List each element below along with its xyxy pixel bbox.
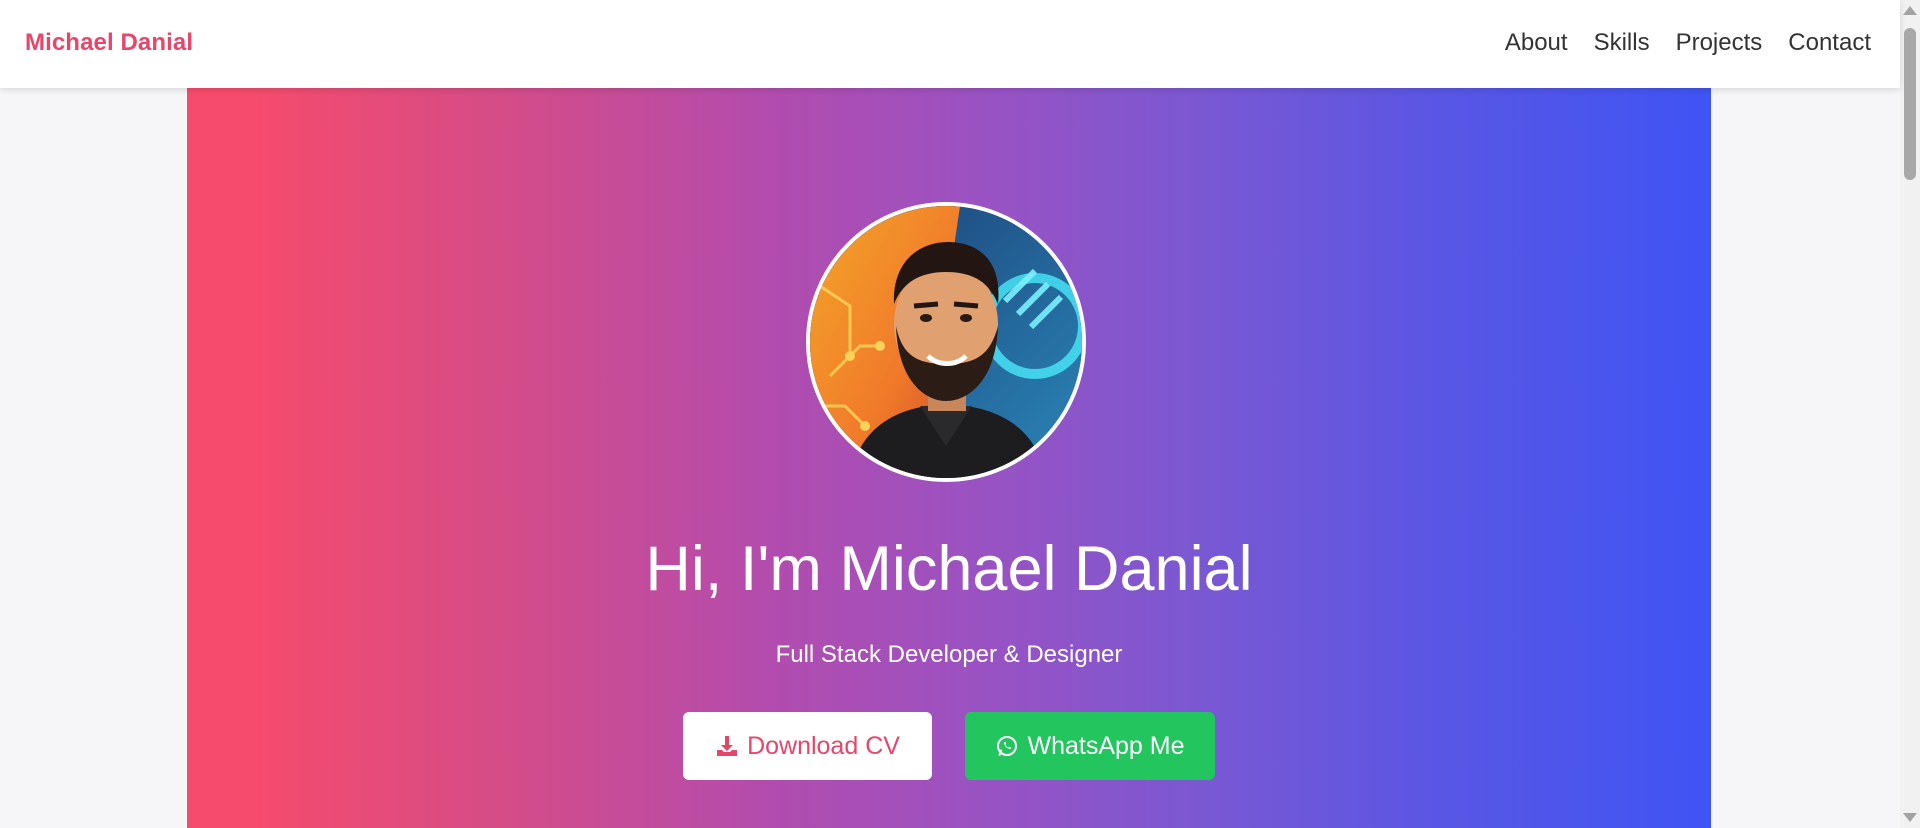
nav-link-about[interactable]: About <box>1505 29 1568 57</box>
avatar-illustration <box>810 206 1082 478</box>
nav-links: About Skills Projects Contact <box>1505 29 1871 57</box>
whatsapp-icon <box>995 734 1019 758</box>
brand-logo[interactable]: Michael Danial <box>25 29 193 57</box>
profile-avatar <box>806 202 1086 482</box>
hero-subtitle: Full Stack Developer & Designer <box>775 641 1123 668</box>
whatsapp-button[interactable]: WhatsApp Me <box>965 712 1215 780</box>
scroll-up-arrow-icon[interactable] <box>1903 6 1917 15</box>
nav-link-projects[interactable]: Projects <box>1676 29 1763 57</box>
navbar: Michael Danial About Skills Projects Con… <box>0 0 1900 88</box>
nav-link-skills[interactable]: Skills <box>1594 29 1650 57</box>
download-cv-label: Download CV <box>747 731 900 760</box>
whatsapp-label: WhatsApp Me <box>1027 731 1185 760</box>
browser-viewport: Michael Danial About Skills Projects Con… <box>0 0 1920 828</box>
download-cv-button[interactable]: Download CV <box>683 712 932 780</box>
hero-section: Hi, I'm Michael Danial Full Stack Develo… <box>187 88 1711 828</box>
nav-link-contact[interactable]: Contact <box>1788 29 1871 57</box>
download-icon <box>715 734 739 758</box>
page: Michael Danial About Skills Projects Con… <box>0 0 1900 828</box>
vertical-scrollbar[interactable] <box>1900 0 1920 828</box>
scroll-down-arrow-icon[interactable] <box>1903 813 1917 822</box>
scroll-thumb[interactable] <box>1904 28 1916 180</box>
hero-title: Hi, I'm Michael Danial <box>645 534 1253 604</box>
